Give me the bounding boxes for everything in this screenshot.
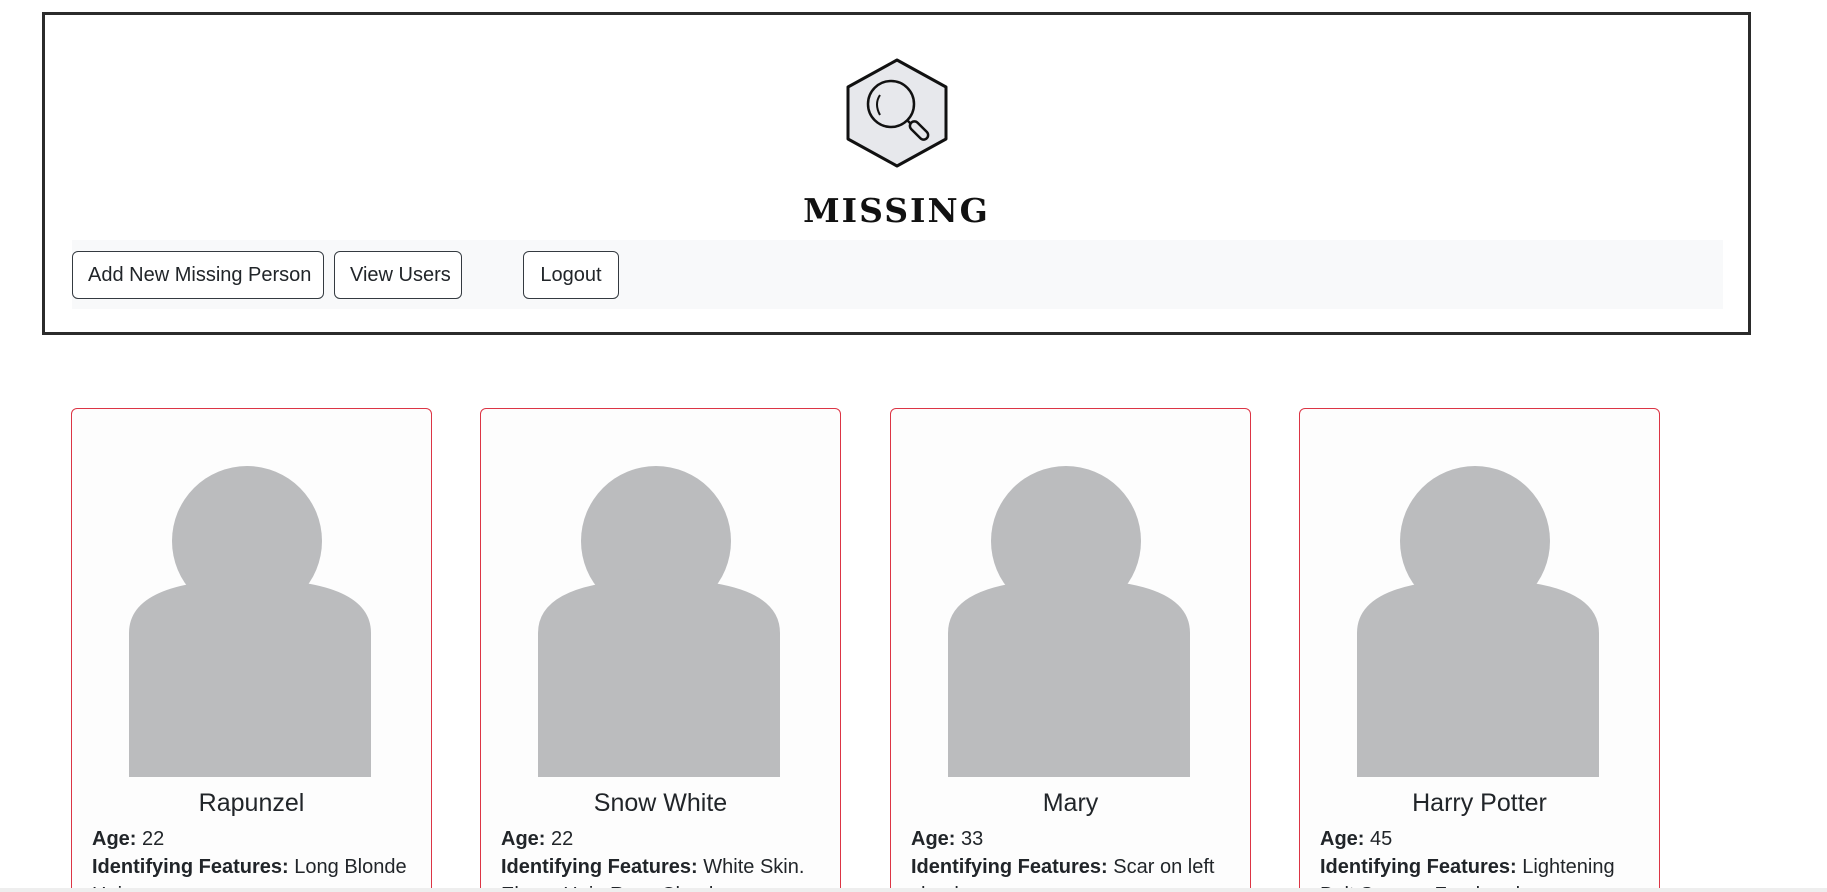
features-row: Identifying Features: Lightening Bolt Sc…	[1320, 853, 1639, 892]
view-users-button[interactable]: View Users	[334, 251, 462, 299]
header: MISSING Add New Missing Person View User…	[42, 12, 1751, 335]
age-value: 22	[551, 828, 574, 850]
person-details: Age: 22 Identifying Features: White Skin…	[501, 825, 820, 892]
person-name: Rapunzel	[198, 789, 305, 817]
add-missing-person-button[interactable]: Add New Missing Person	[72, 251, 324, 299]
logo	[45, 57, 1748, 169]
person-card[interactable]: Harry Potter Age: 45 Identifying Feature…	[1299, 408, 1660, 892]
features-label: Identifying Features:	[92, 856, 289, 878]
person-card[interactable]: Snow White Age: 22 Identifying Features:…	[480, 408, 841, 892]
age-label: Age:	[92, 828, 137, 850]
logout-button[interactable]: Logout	[523, 251, 619, 299]
person-name: Mary	[1042, 789, 1099, 817]
page: MISSING Add New Missing Person View User…	[0, 0, 1827, 892]
avatar-placeholder-icon	[1357, 466, 1599, 777]
age-row: Age: 22	[92, 825, 411, 853]
age-row: Age: 33	[911, 825, 1230, 853]
avatar-placeholder-icon	[129, 466, 371, 777]
features-row: Identifying Features: Scar on left cheek	[911, 853, 1230, 892]
person-details: Age: 22 Identifying Features: Long Blond…	[92, 825, 411, 892]
person-card[interactable]: Rapunzel Age: 22 Identifying Features: L…	[71, 408, 432, 892]
age-label: Age:	[911, 828, 956, 850]
age-row: Age: 45	[1320, 825, 1639, 853]
age-value: 22	[142, 828, 165, 850]
page-bottom-edge	[0, 888, 1827, 892]
age-row: Age: 22	[501, 825, 820, 853]
features-row: Identifying Features: White Skin. Ebony …	[501, 853, 820, 892]
magnifier-hexagon-icon	[846, 58, 947, 168]
features-label: Identifying Features:	[1320, 856, 1517, 878]
age-value: 45	[1370, 828, 1393, 850]
age-label: Age:	[1320, 828, 1365, 850]
features-label: Identifying Features:	[911, 856, 1108, 878]
age-value: 33	[961, 828, 984, 850]
person-name: Harry Potter	[1412, 789, 1547, 817]
age-label: Age:	[501, 828, 546, 850]
features-label: Identifying Features:	[501, 856, 698, 878]
person-details: Age: 45 Identifying Features: Lightening…	[1320, 825, 1639, 892]
navbar: Add New Missing Person View Users Logout	[72, 240, 1723, 309]
person-card[interactable]: Mary Age: 33 Identifying Features: Scar …	[890, 408, 1251, 892]
person-name: Snow White	[593, 789, 728, 817]
person-details: Age: 33 Identifying Features: Scar on le…	[911, 825, 1230, 892]
features-row: Identifying Features: Long Blonde Hair	[92, 853, 411, 892]
brand-title: MISSING	[803, 191, 990, 230]
avatar-placeholder-icon	[948, 466, 1190, 777]
avatar-placeholder-icon	[538, 466, 780, 777]
